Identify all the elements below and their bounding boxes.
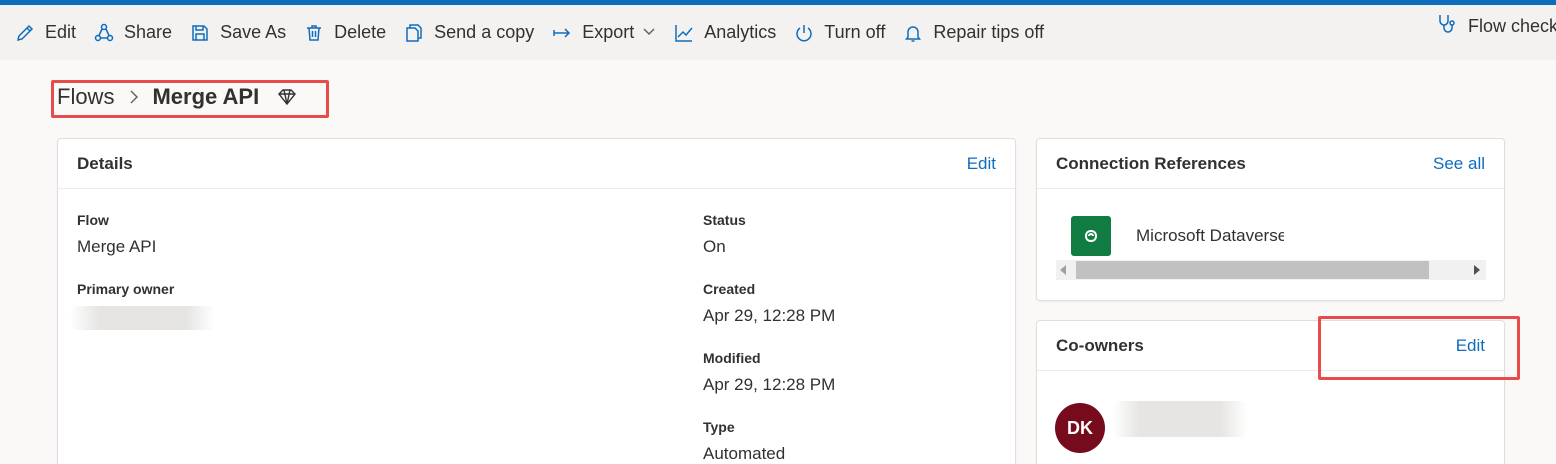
save-as-button[interactable]: Save As xyxy=(189,13,286,53)
share-button[interactable]: Share xyxy=(93,13,172,53)
breadcrumb-highlight-box xyxy=(51,80,329,118)
edit-button[interactable]: Edit xyxy=(14,13,76,53)
flow-checker-button[interactable]: Flow checker xyxy=(1436,13,1556,40)
modified-field: Modified Apr 29, 12:28 PM xyxy=(703,350,835,395)
copy-icon xyxy=(403,22,425,44)
details-edit-link[interactable]: Edit xyxy=(967,154,996,174)
created-field: Created Apr 29, 12:28 PM xyxy=(703,281,835,326)
delete-button[interactable]: Delete xyxy=(303,13,386,53)
flow-field: Flow Merge API xyxy=(77,212,156,257)
dataverse-icon xyxy=(1071,216,1111,256)
scroll-left-arrow-icon[interactable] xyxy=(1060,265,1066,275)
type-value: Automated xyxy=(703,444,786,463)
connection-references-card: Connection References See all Microsoft … xyxy=(1036,138,1505,301)
analytics-button[interactable]: Analytics xyxy=(673,13,776,53)
status-field: Status On xyxy=(703,212,746,257)
type-field: Type Automated xyxy=(703,419,785,464)
scrollbar-thumb[interactable] xyxy=(1076,261,1429,279)
connection-references-title: Connection References xyxy=(1056,153,1246,173)
send-a-copy-button[interactable]: Send a copy xyxy=(403,13,534,53)
export-button[interactable]: Export xyxy=(551,13,656,53)
created-value: Apr 29, 12:28 PM xyxy=(703,306,836,325)
details-title: Details xyxy=(77,153,133,173)
export-arrow-icon xyxy=(551,22,573,44)
avatar: DK xyxy=(1055,403,1105,453)
created-label: Created xyxy=(703,281,756,297)
modified-label: Modified xyxy=(703,350,761,366)
flow-label: Flow xyxy=(77,212,109,228)
co-owners-title: Co-owners xyxy=(1056,335,1144,355)
modified-value: Apr 29, 12:28 PM xyxy=(703,375,836,394)
pencil-icon xyxy=(14,22,36,44)
scroll-right-arrow-icon[interactable] xyxy=(1474,265,1480,275)
co-owner-name-redacted xyxy=(1113,401,1247,437)
stethoscope-icon xyxy=(1436,13,1468,40)
connection-references-header: Connection References See all xyxy=(1037,139,1504,189)
save-as-icon xyxy=(189,22,211,44)
flow-value: Merge API xyxy=(77,237,157,256)
share-icon xyxy=(93,22,115,44)
type-label: Type xyxy=(703,419,735,435)
bell-icon xyxy=(902,22,924,44)
command-bar: Edit Share Save As Delete Send a copy Ex… xyxy=(0,5,1556,60)
primary-owner-field: Primary owner xyxy=(77,281,174,297)
primary-owner-label: Primary owner xyxy=(77,281,175,297)
trash-icon xyxy=(303,22,325,44)
turn-off-button[interactable]: Turn off xyxy=(793,13,885,53)
co-owners-edit-highlight-box xyxy=(1318,316,1520,380)
repair-tips-off-button[interactable]: Repair tips off xyxy=(902,13,1044,53)
horizontal-scrollbar[interactable] xyxy=(1056,260,1486,280)
details-header: Details Edit xyxy=(58,139,1015,189)
chevron-down-icon xyxy=(642,22,656,43)
see-all-link[interactable]: See all xyxy=(1433,154,1485,174)
details-card: Details Edit Flow Merge API Primary owne… xyxy=(57,138,1016,464)
power-icon xyxy=(793,22,815,44)
connection-item-name[interactable]: Microsoft Dataverse xyxy=(1136,226,1284,246)
primary-owner-redacted xyxy=(70,306,215,330)
status-value: On xyxy=(703,237,726,256)
status-label: Status xyxy=(703,212,746,228)
analytics-chart-icon xyxy=(673,22,695,44)
